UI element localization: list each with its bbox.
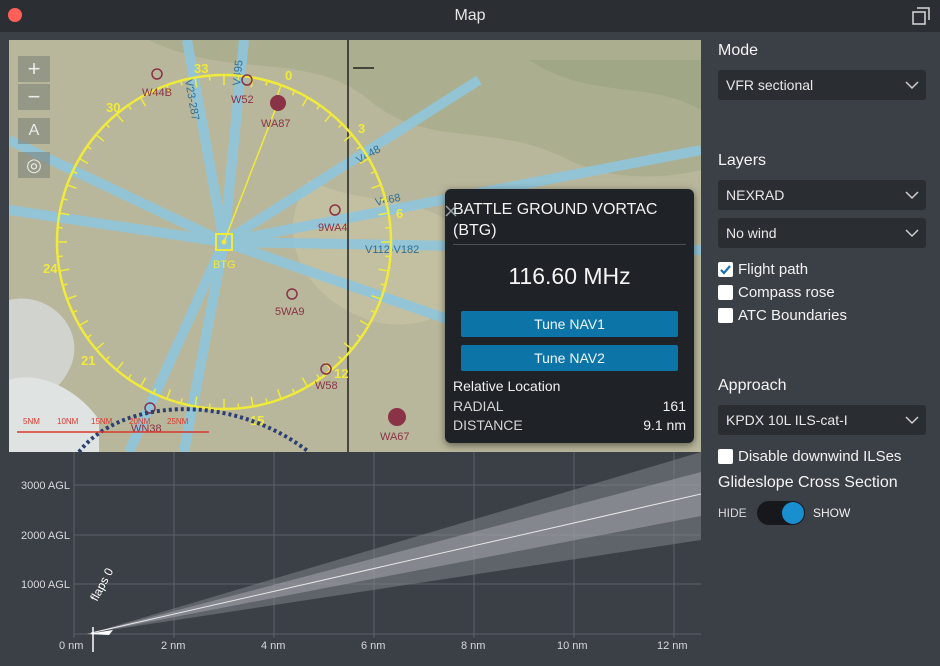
glideslope-toggle[interactable] [757,501,805,525]
airport-label: W58 [315,380,338,392]
scale-label: 20NM [129,417,151,426]
airport-label: WA67 [380,431,410,443]
distance-tick: 0 nm [59,640,83,652]
compass-label: 30 [106,100,120,115]
chevron-down-icon [905,229,919,238]
distance-value: 9.1 nm [643,417,686,433]
checkbox-box[interactable] [718,285,733,300]
distance-tick: 8 nm [461,640,485,652]
settings-panel: Mode VFR sectional Layers NEXRAD No wind… [709,32,940,666]
distance-tick: 12 nm [657,640,688,652]
glideslope-toggle-group: HIDE SHOW [718,500,928,528]
glideslope-header: Glideslope Cross Section [718,474,898,491]
layers-header: Layers [718,152,767,169]
window-title: Map [454,7,486,24]
navaid-label: BTG [213,259,236,271]
scale-label: 5NM [23,417,40,426]
checkbox-box[interactable] [718,308,733,323]
airport-label: 5WA9 [275,306,305,318]
disable-downwind-ils-label: Disable downwind ILSes [738,448,902,465]
radial-label: RADIAL [453,398,504,414]
scale-label: 15NM [91,417,113,426]
compass-rose-label: Compass rose [738,284,835,301]
distance-label: DISTANCE [453,417,523,433]
compass-label: 0 [285,68,292,83]
airport-label: 9WA4 [318,222,348,234]
chevron-down-icon [905,81,919,90]
close-icon[interactable] [445,205,457,217]
divider [453,244,686,245]
atc-boundaries-label: ATC Boundaries [738,307,847,324]
relative-location-label: Relative Location [453,378,561,394]
mode-select[interactable]: VFR sectional [718,70,926,100]
zoom-in-button[interactable]: + [18,56,50,82]
mode-value: VFR sectional [726,77,814,93]
scale-label: 25NM [167,417,189,426]
compass-label: 21 [81,353,95,368]
flight-path-label: Flight path [738,261,809,278]
title-bar: Map [0,0,940,32]
navaid-frequency: 116.60 MHz [508,263,631,289]
chevron-down-icon [905,416,919,425]
airport-label: W44B [142,87,172,99]
compass-label: 6 [396,206,403,221]
compass-label: 24 [43,261,58,276]
compass-label: 3 [358,121,365,136]
altitude-label: 3000 AGL [21,480,70,492]
tune-nav1-button[interactable]: Tune NAV1 [461,311,678,337]
layer-wind-value: No wind [726,225,777,241]
distance-tick: 10 nm [557,640,588,652]
distance-tick: 6 nm [361,640,385,652]
map-view[interactable]: V23-287 V495 V448 V468 V112-V182 0 3 6 1… [9,40,701,452]
glideslope-cross-section: 3000 AGL 2000 AGL 1000 AGL 0 nm 2 nm 4 n… [9,452,701,662]
layer-radar-select[interactable]: NEXRAD [718,180,926,210]
checkbox-box[interactable] [718,449,733,464]
approach-value: KPDX 10L ILS-cat-I [726,412,848,428]
radial-value: 161 [662,398,686,414]
tune-nav2-button[interactable]: Tune NAV2 [461,345,678,371]
checkbox-box[interactable] [718,262,733,277]
popout-icon[interactable] [912,7,930,25]
check-icon [720,265,731,275]
zoom-out-button[interactable]: − [18,84,50,110]
chevron-down-icon [905,191,919,200]
airport-label: WA87 [261,118,291,130]
toggle-show-label: SHOW [813,506,851,520]
approach-select[interactable]: KPDX 10L ILS-cat-I [718,405,926,435]
compass-label: 12 [334,366,348,381]
compass-label: 33 [194,61,208,76]
mode-header: Mode [718,42,759,59]
altitude-label: 1000 AGL [21,579,70,591]
north-up-button[interactable]: A [18,118,50,144]
altitude-label: 2000 AGL [21,530,70,542]
scale-label: 10NM [57,417,79,426]
approach-header: Approach [718,377,787,394]
layer-wind-select[interactable]: No wind [718,218,926,248]
toggle-hide-label: HIDE [718,506,747,520]
navaid-popup: BATTLE GROUND VORTAC (BTG) 116.60 MHz Tu… [445,189,694,443]
airport-label: W52 [231,94,254,106]
distance-tick: 2 nm [161,640,185,652]
toggle-knob[interactable] [782,502,804,524]
navaid-name: BATTLE GROUND VORTAC (BTG) [453,201,658,239]
center-location-button[interactable]: ◎ [18,152,50,178]
layer-radar-value: NEXRAD [726,187,785,203]
distance-tick: 4 nm [261,640,285,652]
